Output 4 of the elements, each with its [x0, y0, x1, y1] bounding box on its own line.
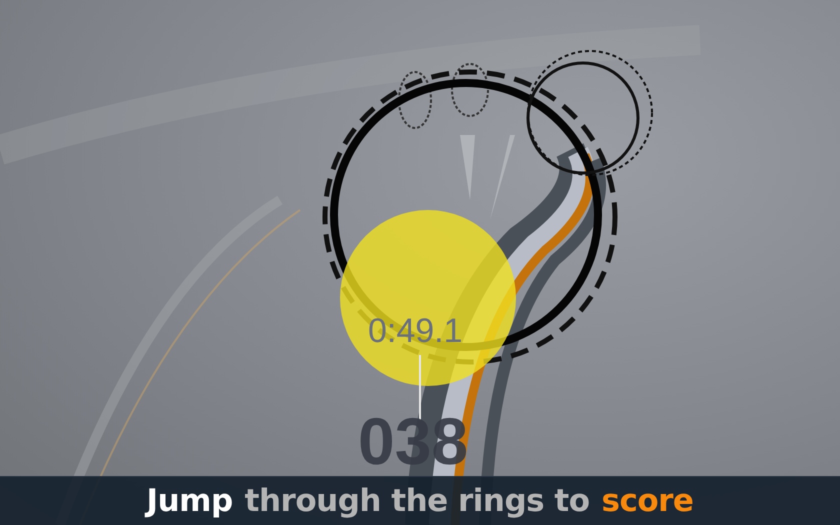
- caption-text: through the rings to: [244, 483, 590, 519]
- caption-text: Jump: [146, 483, 233, 519]
- timer-text: 0:49.1: [368, 312, 463, 351]
- caption-text: score: [602, 483, 694, 519]
